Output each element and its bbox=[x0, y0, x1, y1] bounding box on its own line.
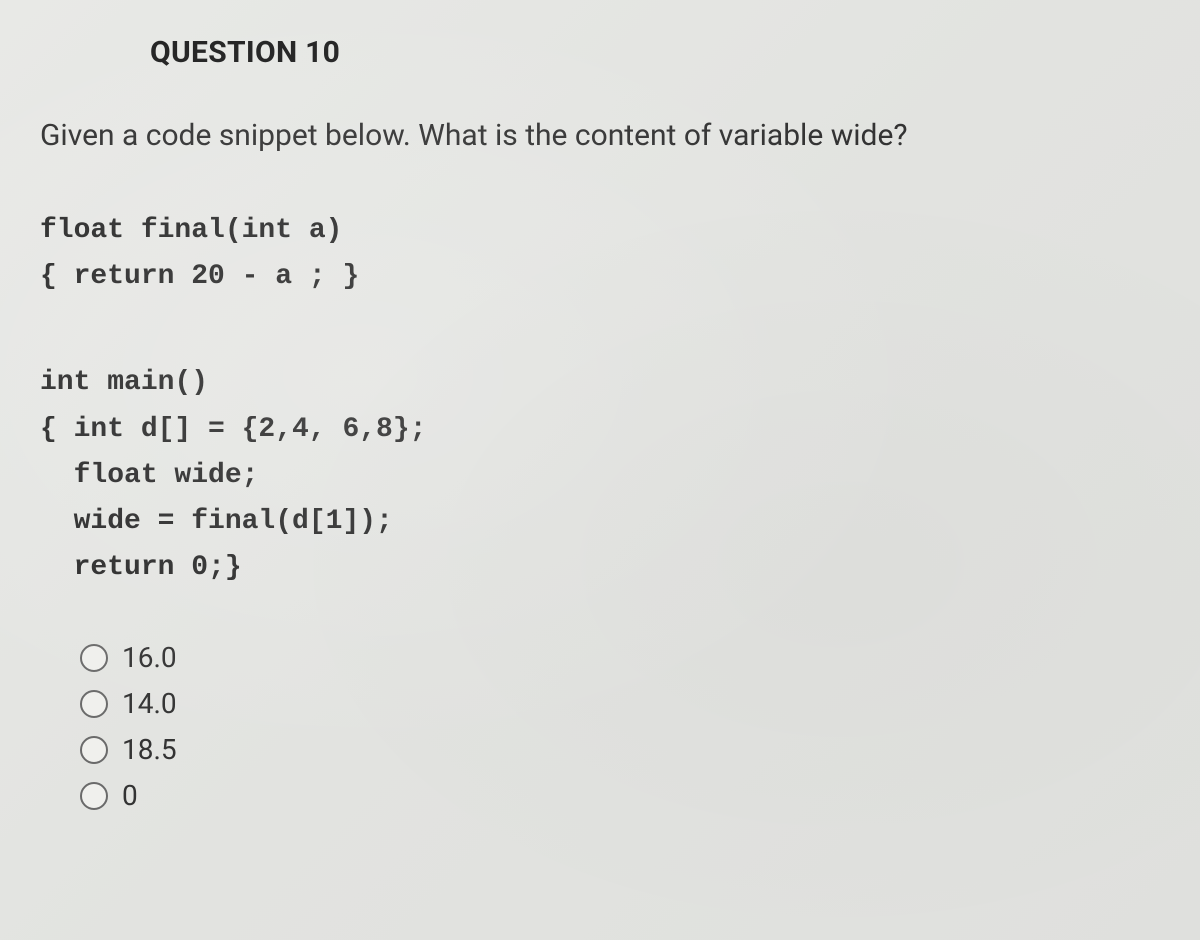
option-row[interactable]: 14.0 bbox=[80, 687, 1110, 720]
code-block-2: int main() { int d[] = {2,4, 6,8}; float… bbox=[40, 360, 1110, 591]
option-row[interactable]: 0 bbox=[80, 779, 1110, 812]
code-line: { int d[] = {2,4, 6,8}; bbox=[40, 407, 1110, 453]
radio-icon[interactable] bbox=[80, 644, 108, 672]
code-line: int main() bbox=[40, 360, 1110, 406]
question-title: QUESTION 10 bbox=[150, 35, 1110, 70]
code-block-1: float final(int a) { return 20 - a ; } bbox=[40, 208, 1110, 300]
option-row[interactable]: 18.5 bbox=[80, 733, 1110, 766]
radio-icon[interactable] bbox=[80, 736, 108, 764]
option-row[interactable]: 16.0 bbox=[80, 641, 1110, 674]
option-label: 18.5 bbox=[122, 733, 177, 766]
options-list: 16.0 14.0 18.5 0 bbox=[80, 641, 1110, 812]
option-label: 16.0 bbox=[122, 641, 177, 674]
code-line: wide = final(d[1]); bbox=[40, 499, 1110, 545]
radio-icon[interactable] bbox=[80, 782, 108, 810]
question-prompt: Given a code snippet below. What is the … bbox=[40, 118, 1110, 153]
radio-icon[interactable] bbox=[80, 690, 108, 718]
code-line: float final(int a) bbox=[40, 208, 1110, 254]
code-line: float wide; bbox=[40, 453, 1110, 499]
code-line: { return 20 - a ; } bbox=[40, 254, 1110, 300]
option-label: 0 bbox=[122, 779, 138, 812]
option-label: 14.0 bbox=[122, 687, 177, 720]
code-line: return 0;} bbox=[40, 545, 1110, 591]
